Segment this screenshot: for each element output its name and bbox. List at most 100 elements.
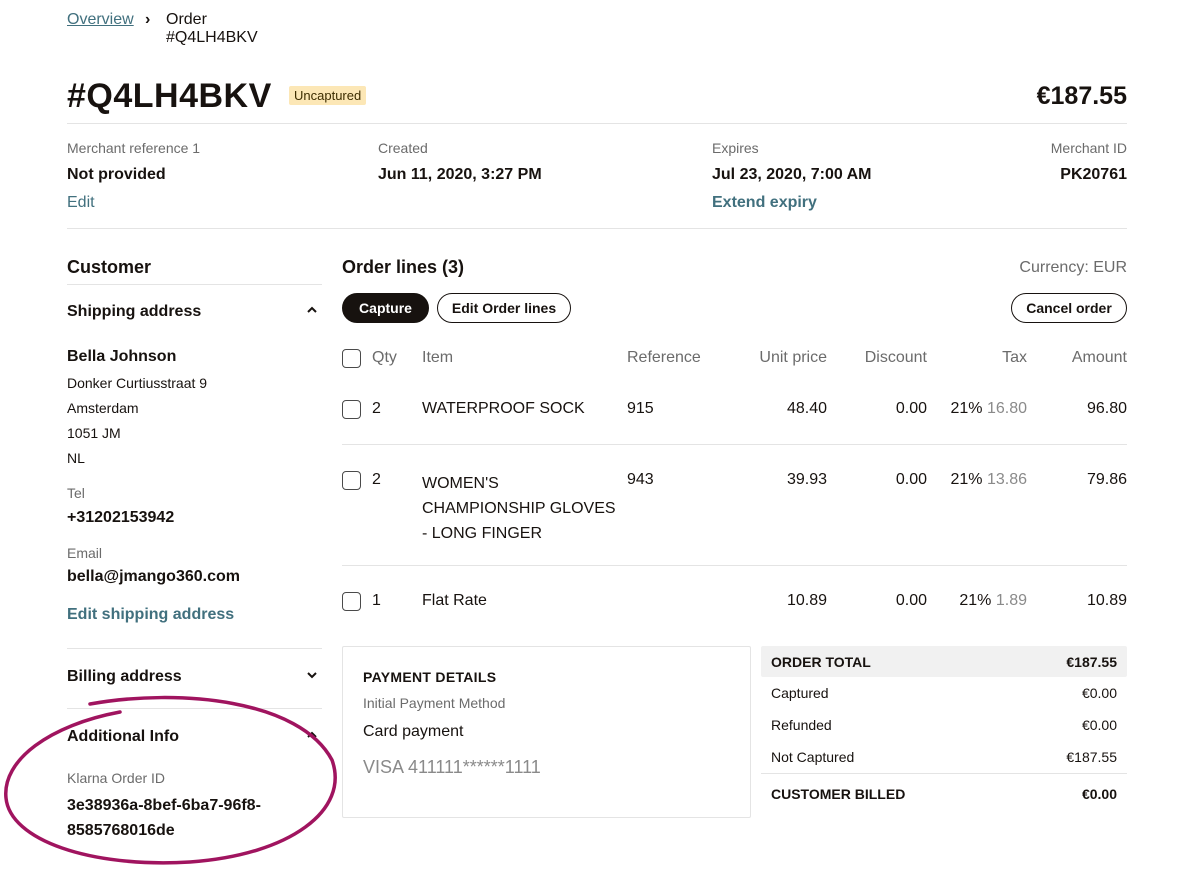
refunded-row: Refunded €0.00 <box>761 715 1127 735</box>
merchant-reference-block: Merchant reference 1 Not provided Edit <box>67 140 200 212</box>
tel-label: Tel <box>67 485 85 501</box>
column-header-amount: Amount <box>1071 349 1127 366</box>
row-checkbox[interactable] <box>342 471 361 490</box>
divider <box>67 284 322 285</box>
payment-method-value: Card payment <box>363 723 464 740</box>
shipping-city: Amsterdam <box>67 400 139 416</box>
not-captured-row: Not Captured €187.55 <box>761 747 1127 767</box>
row-checkbox[interactable] <box>342 592 361 611</box>
payment-details-heading: PAYMENT DETAILS <box>363 669 497 685</box>
shipping-name: Bella Johnson <box>67 348 177 365</box>
row-item-line: - LONG FINGER <box>422 525 543 542</box>
select-all-checkbox[interactable] <box>342 349 361 368</box>
refunded-value: €0.00 <box>1081 717 1117 733</box>
column-header-discount: Discount <box>864 349 927 366</box>
shipping-address-toggle[interactable]: Shipping address <box>67 296 322 328</box>
tel-value: +31202153942 <box>67 509 175 526</box>
merchant-reference-label: Merchant reference 1 <box>67 140 201 156</box>
extend-expiry-link[interactable]: Extend expiry <box>712 194 872 212</box>
row-unit-price: 39.93 <box>786 471 827 488</box>
captured-value: €0.00 <box>1081 685 1117 701</box>
row-tax-rate: 21% <box>950 471 983 488</box>
payment-details-card: PAYMENT DETAILS Initial Payment Method C… <box>342 646 751 818</box>
column-header-tax: Tax <box>1002 349 1027 366</box>
payment-method-label: Initial Payment Method <box>363 695 506 711</box>
row-item: WOMEN'S CHAMPIONSHIP GLOVES - LONG FINGE… <box>422 471 616 546</box>
breadcrumb-overview-link[interactable]: Overview <box>67 11 134 29</box>
cancel-order-button[interactable]: Cancel order <box>1011 293 1127 323</box>
refunded-label: Refunded <box>771 717 832 733</box>
row-item-line: CHAMPIONSHIP GLOVES <box>422 500 616 517</box>
row-unit-price: 48.40 <box>786 400 827 417</box>
shipping-street: Donker Curtiusstraat 9 <box>67 375 208 391</box>
column-header-unit-price: Unit price <box>759 349 827 366</box>
customer-billed-value: €0.00 <box>1081 786 1117 802</box>
edit-shipping-address-link[interactable]: Edit shipping address <box>67 606 234 624</box>
shipping-address-heading: Shipping address <box>67 303 202 320</box>
merchant-id-label: Merchant ID <box>1050 140 1127 156</box>
created-value: Jun 11, 2020, 3:27 PM <box>378 166 542 183</box>
customer-billed-label: CUSTOMER BILLED <box>771 786 906 802</box>
row-item-line: WOMEN'S <box>422 475 499 492</box>
row-discount: 0.00 <box>895 471 927 488</box>
currency-label: Currency: EUR <box>1019 259 1127 276</box>
expires-block: Expires Jul 23, 2020, 7:00 AM Extend exp… <box>712 140 872 212</box>
chevron-down-icon <box>306 669 318 684</box>
card-number: VISA 411111******1111 <box>363 757 541 777</box>
merchant-id-value: PK20761 <box>1060 166 1127 183</box>
breadcrumb-separator-icon: › <box>145 11 151 28</box>
order-lines-heading: Order lines (3) <box>342 257 465 277</box>
billing-address-heading: Billing address <box>67 668 182 685</box>
merchant-id-block: Merchant ID PK20761 <box>1051 140 1127 184</box>
order-total-row: ORDER TOTAL €187.55 <box>761 646 1127 677</box>
breadcrumb-current: Order #Q4LH4BKV <box>166 11 258 46</box>
capture-button[interactable]: Capture <box>342 293 429 323</box>
page-title: #Q4LH4BKV <box>67 77 272 115</box>
row-tax-rate: 21% <box>950 400 983 417</box>
column-header-qty: Qty <box>372 349 397 366</box>
row-tax: 21% 16.80 <box>950 400 1027 418</box>
created-block: Created Jun 11, 2020, 3:27 PM <box>378 140 542 184</box>
chevron-up-icon <box>306 304 318 319</box>
shipping-address-lines: Donker Curtiusstraat 9 Amsterdam 1051 JM… <box>67 371 207 471</box>
expires-value: Jul 23, 2020, 7:00 AM <box>712 166 872 183</box>
customer-billed-row: CUSTOMER BILLED €0.00 <box>761 784 1127 804</box>
order-total-label: ORDER TOTAL <box>771 653 871 670</box>
row-amount: 10.89 <box>1086 592 1127 609</box>
edit-merchant-reference-link[interactable]: Edit <box>67 194 200 212</box>
row-qty: 2 <box>372 471 381 488</box>
not-captured-value: €187.55 <box>1066 749 1117 765</box>
row-discount: 0.00 <box>895 592 927 609</box>
order-total-amount: €187.55 <box>1036 82 1127 110</box>
annotation-ellipse <box>4 695 337 865</box>
row-tax-amount: 13.86 <box>986 471 1027 488</box>
column-header-item: Item <box>422 349 454 366</box>
billing-address-toggle[interactable]: Billing address <box>67 661 322 693</box>
row-reference: 915 <box>627 400 654 417</box>
row-tax-amount: 16.80 <box>986 400 1027 417</box>
email-value: bella@jmango360.com <box>67 568 240 585</box>
captured-label: Captured <box>771 685 829 701</box>
expires-label: Expires <box>712 140 759 156</box>
row-reference: 943 <box>627 471 654 488</box>
column-header-reference: Reference <box>627 349 701 366</box>
row-checkbox[interactable] <box>342 400 361 419</box>
row-unit-price: 10.89 <box>786 592 827 609</box>
row-qty: 1 <box>372 592 381 609</box>
merchant-reference-value: Not provided <box>67 166 166 183</box>
shipping-country: NL <box>67 450 85 466</box>
row-qty: 2 <box>372 400 381 417</box>
row-tax-rate: 21% <box>959 592 992 609</box>
divider <box>67 228 1127 229</box>
row-tax-amount: 1.89 <box>995 592 1027 609</box>
edit-order-lines-button[interactable]: Edit Order lines <box>437 293 571 323</box>
shipping-postcode: 1051 JM <box>67 425 121 441</box>
divider <box>761 773 1127 774</box>
email-label: Email <box>67 545 103 561</box>
status-badge: Uncaptured <box>289 86 367 105</box>
row-amount: 96.80 <box>1086 400 1127 417</box>
row-item: WATERPROOF SOCK <box>422 400 585 417</box>
row-discount: 0.00 <box>895 400 927 417</box>
not-captured-label: Not Captured <box>771 749 855 765</box>
row-item: Flat Rate <box>422 592 487 609</box>
